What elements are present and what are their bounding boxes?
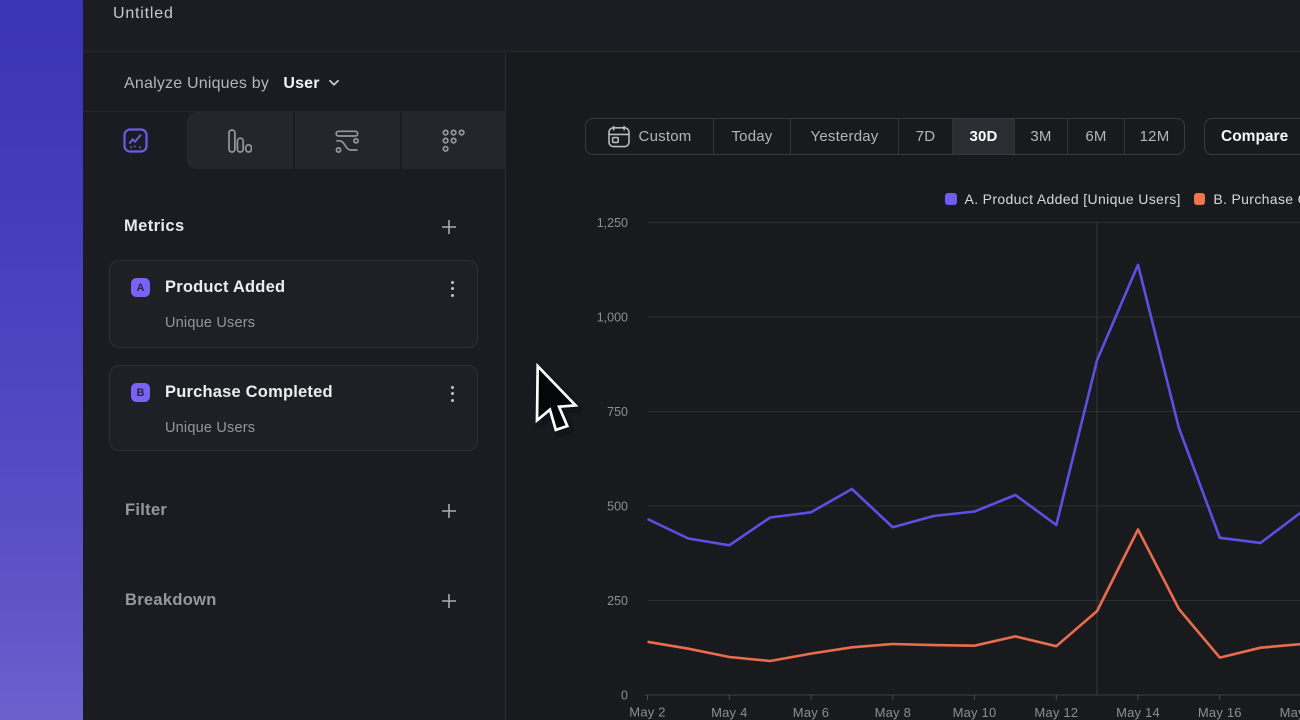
svg-text:May 6: May 6 xyxy=(793,705,829,720)
svg-text:May 4: May 4 xyxy=(711,705,747,720)
svg-text:May 18: May 18 xyxy=(1280,705,1300,720)
svg-text:250: 250 xyxy=(607,594,628,608)
svg-text:1,250: 1,250 xyxy=(597,216,628,230)
svg-text:1,000: 1,000 xyxy=(597,311,628,325)
svg-text:May 8: May 8 xyxy=(875,705,911,720)
svg-text:May 14: May 14 xyxy=(1116,705,1160,720)
svg-text:May 16: May 16 xyxy=(1198,705,1242,720)
svg-text:0: 0 xyxy=(621,689,628,703)
svg-text:May 2: May 2 xyxy=(629,705,665,720)
svg-text:May 10: May 10 xyxy=(953,705,997,720)
svg-text:500: 500 xyxy=(607,500,628,514)
svg-text:750: 750 xyxy=(607,405,628,419)
svg-text:May 12: May 12 xyxy=(1034,705,1078,720)
